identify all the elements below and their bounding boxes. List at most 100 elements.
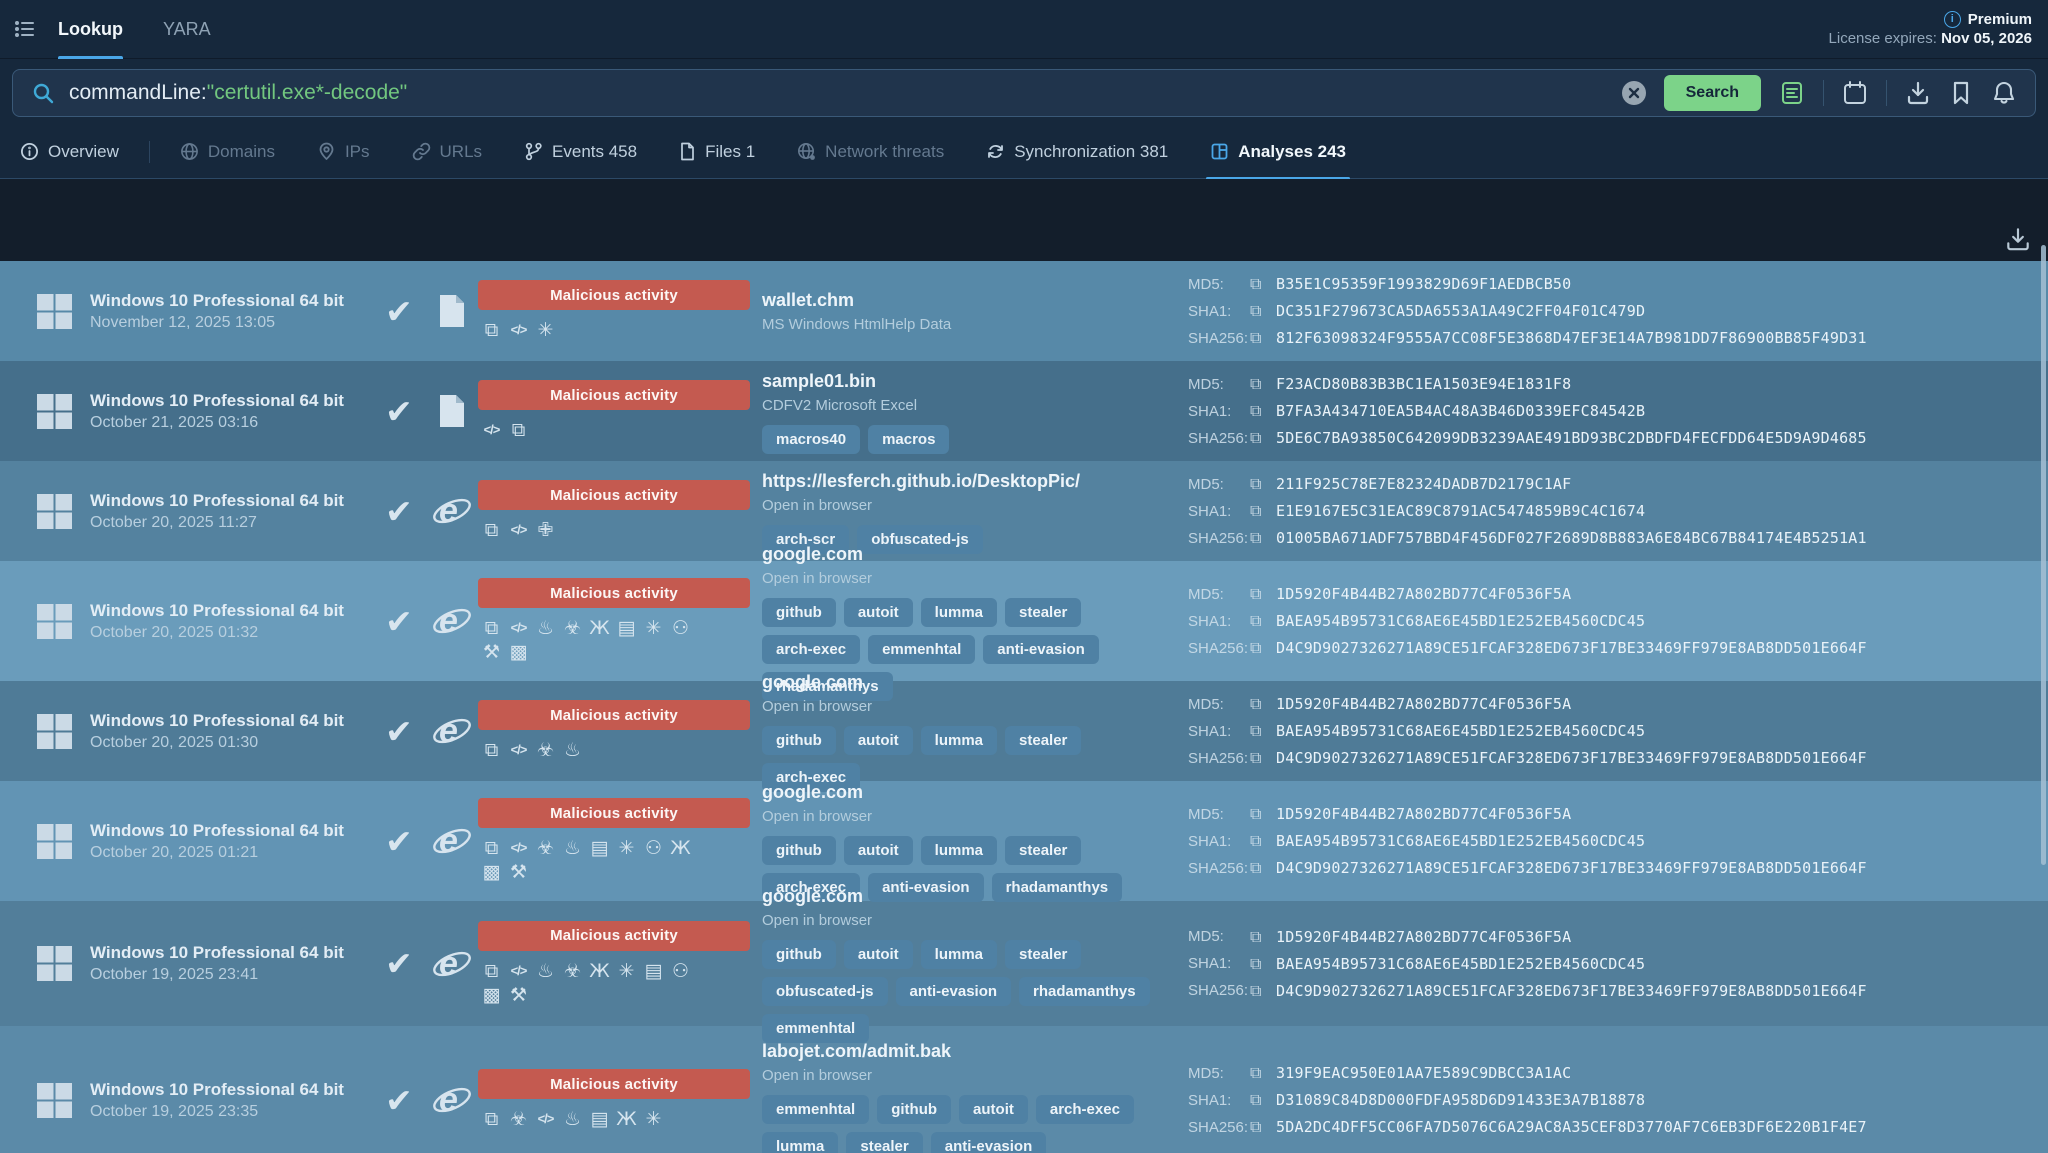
copy-icon[interactable]: ⧉ [1250,694,1276,714]
copy-icon[interactable]: ⧉ [1250,954,1276,974]
download-icon[interactable] [1905,80,1931,106]
tag[interactable]: autoit [844,726,913,755]
scrollbar-thumb[interactable] [2041,245,2046,865]
tag[interactable]: anti-evasion [931,1132,1047,1153]
copy-icon[interactable]: ⧉ [1250,831,1276,851]
tab-analyses-243[interactable]: Analyses 243 [1210,125,1346,179]
object-title[interactable]: google.com [762,542,1154,566]
tag[interactable]: github [877,1095,951,1124]
tag[interactable]: autoit [844,836,913,865]
tag[interactable]: lumma [762,1132,838,1153]
tab-files-1[interactable]: Files 1 [679,125,755,179]
tab-yara[interactable]: YARA [163,0,211,59]
analysis-row[interactable]: Windows 10 Professional 64 bitNovember 1… [0,261,2048,361]
copy-icon[interactable]: ⧉ [1250,274,1276,294]
burst-icon: ✳ [532,318,559,342]
copy-icon[interactable]: ⧉ [1250,611,1276,631]
copy-icon[interactable]: ⧉ [1250,401,1276,421]
copy-icon[interactable]: ⧉ [1250,927,1276,947]
analysis-row[interactable]: Windows 10 Professional 64 bitOctober 20… [0,561,2048,681]
tag[interactable]: autoit [844,598,913,627]
tag[interactable]: lumma [921,836,997,865]
copy-icon[interactable]: ⧉ [1250,374,1276,394]
object-title[interactable]: labojet.com/admit.bak [762,1039,1154,1063]
tag[interactable]: github [762,726,836,755]
copy-icon[interactable]: ⧉ [1250,528,1276,548]
copy-icon[interactable]: ⧉ [1250,328,1276,348]
copy-icon[interactable]: ⧉ [1250,1063,1276,1083]
tag[interactable]: macros [868,425,949,454]
tag[interactable]: github [762,836,836,865]
tag[interactable]: macros40 [762,425,860,454]
object-title[interactable]: google.com [762,780,1154,804]
analysis-row[interactable]: Windows 10 Professional 64 bitOctober 20… [0,681,2048,781]
tag[interactable]: stealer [1005,940,1081,969]
notifications-bell-icon[interactable] [1991,80,2017,106]
object-title[interactable]: https://lesferch.github.io/DesktopPic/ [762,469,1154,493]
hash-cell: MD5:⧉1D5920F4B44B27A802BD77C4F0536F5ASHA… [1170,581,2048,662]
tag[interactable]: arch-exec [762,635,860,664]
export-icon[interactable] [2004,225,2032,253]
menu-icon[interactable] [14,18,36,40]
copy-icon[interactable]: ⧉ [1250,501,1276,521]
tag[interactable]: lumma [921,598,997,627]
bookmark-icon[interactable] [1949,80,1973,106]
copy-icon[interactable]: ⧉ [1250,474,1276,494]
shield-icon: ✙ [532,518,559,542]
object-title[interactable]: google.com [762,884,1154,908]
search-input[interactable]: commandLine:"certutil.exe*-decode" [69,81,1622,105]
tag[interactable]: github [762,598,836,627]
copy-icon[interactable]: ⧉ [1250,1090,1276,1110]
copy-icon[interactable]: ⧉ [1250,1117,1276,1137]
tab-lookup[interactable]: Lookup [58,0,123,59]
copy-icon[interactable]: ⧉ [1250,748,1276,768]
object-title[interactable]: wallet.chm [762,288,1154,312]
copy-icon[interactable]: ⧉ [1250,858,1276,878]
copy-icon[interactable]: ⧉ [1250,584,1276,604]
tag[interactable]: stealer [1005,598,1081,627]
tag[interactable]: anti-evasion [983,635,1099,664]
query-builder-icon[interactable] [1779,80,1805,106]
hash-line: SHA1:⧉BAEA954B95731C68AE6E45BD1E252EB456… [1188,608,2048,635]
copy-icon[interactable]: ⧉ [1250,428,1276,448]
tag[interactable]: stealer [1005,726,1081,755]
tag[interactable]: emmenhtal [762,1095,869,1124]
tab-domains[interactable]: Domains [180,125,275,179]
tab-synchronization-381[interactable]: Synchronization 381 [986,125,1168,179]
tab-label: Overview [48,142,119,162]
analysis-row[interactable]: Windows 10 Professional 64 bitOctober 19… [0,901,2048,1026]
copy-icon[interactable]: ⧉ [1250,804,1276,824]
object-title[interactable]: sample01.bin [762,369,1154,393]
sync-icon [986,142,1005,161]
tab-network-threats[interactable]: Network threats [797,125,944,179]
tab-ips[interactable]: IPs [317,125,370,179]
tab-urls[interactable]: URLs [412,125,483,179]
tag[interactable]: rhadamanthys [1019,977,1150,1006]
calendar-icon[interactable] [1842,80,1868,106]
copy-icon[interactable]: ⧉ [1250,301,1276,321]
analysis-row[interactable]: Windows 10 Professional 64 bitOctober 19… [0,1026,2048,1153]
analysis-row[interactable]: Windows 10 Professional 64 bitOctober 20… [0,781,2048,901]
tag[interactable]: autoit [844,940,913,969]
tag[interactable]: emmenhtal [868,635,975,664]
tag[interactable]: autoit [959,1095,1028,1124]
tag[interactable]: github [762,940,836,969]
copy-icon[interactable]: ⧉ [1250,638,1276,658]
copy-icon[interactable]: ⧉ [1250,721,1276,741]
tag[interactable]: stealer [1005,836,1081,865]
search-button[interactable]: Search [1664,75,1761,111]
tag[interactable]: stealer [846,1132,922,1153]
copy-icon[interactable]: ⧉ [1250,981,1276,1001]
analysis-row[interactable]: Windows 10 Professional 64 bitOctober 21… [0,361,2048,461]
tag[interactable]: anti-evasion [896,977,1012,1006]
clear-search-icon[interactable] [1622,81,1646,105]
tag[interactable]: lumma [921,940,997,969]
copy-icon: ⧉ [478,1107,505,1131]
hash-value: BAEA954B95731C68AE6E45BD1E252EB4560CDC45 [1276,722,1645,740]
tag[interactable]: lumma [921,726,997,755]
object-title[interactable]: google.com [762,670,1154,694]
tab-events-458[interactable]: Events 458 [524,125,637,179]
tag[interactable]: obfuscated-js [762,977,888,1006]
tab-overview[interactable]: Overview [20,125,119,179]
tag[interactable]: arch-exec [1036,1095,1134,1124]
